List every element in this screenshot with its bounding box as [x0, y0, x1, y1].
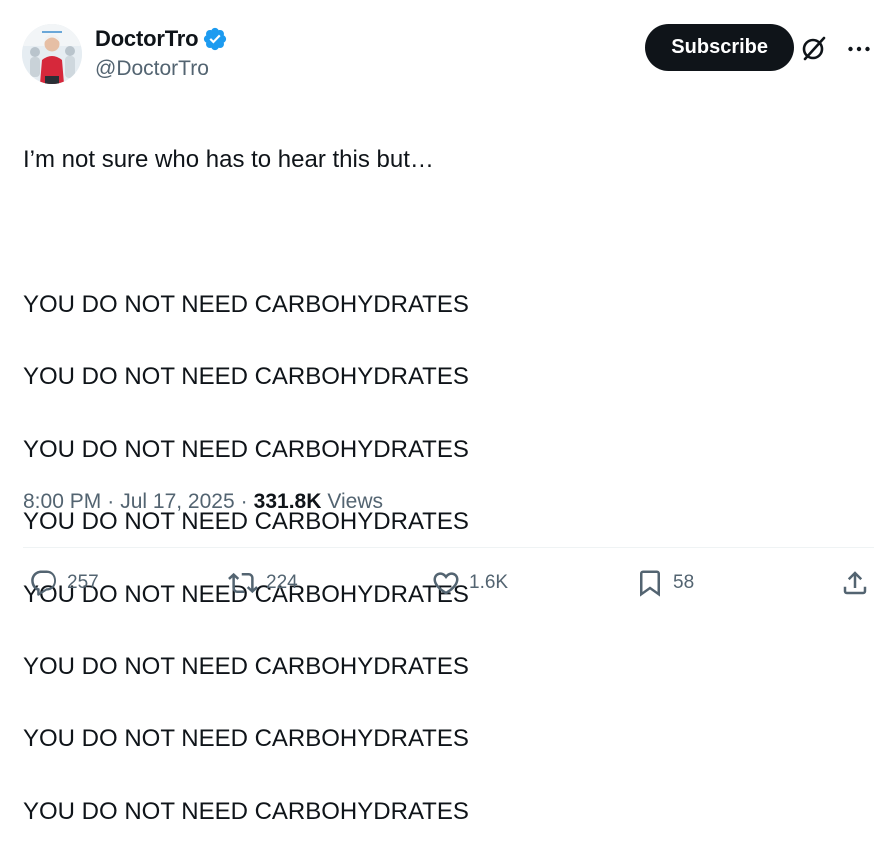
tweet: DoctorTro @DoctorTro Subscribe I’m not s…: [0, 0, 892, 825]
reply-button[interactable]: 257: [29, 563, 99, 603]
display-name[interactable]: DoctorTro: [95, 26, 199, 52]
tweet-meta: 8:00 PM · Jul 17, 2025 · 331.8K Views: [23, 490, 383, 514]
bookmark-count: 58: [673, 572, 695, 593]
repost-count: 224: [266, 572, 298, 593]
heart-icon: [433, 572, 459, 595]
repost-button[interactable]: 224: [228, 563, 298, 603]
tweet-line: YOU DO NOT NEED CARBOHYDRATES: [23, 435, 469, 463]
tweet-line: YOU DO NOT NEED CARBOHYDRATES: [23, 797, 469, 825]
display-name-row: DoctorTro: [95, 24, 228, 54]
tweet-line: YOU DO NOT NEED CARBOHYDRATES: [23, 363, 469, 391]
views-label: Views: [327, 490, 384, 513]
tweet-actions: 257 224 1.6K 58: [23, 563, 874, 603]
tweet-text: I’m not sure who has to hear this but… Y…: [23, 106, 862, 866]
repost-icon: [228, 572, 258, 594]
tweet-line: YOU DO NOT NEED CARBOHYDRATES: [23, 725, 469, 753]
meta-separator: ·: [240, 490, 248, 513]
tweet-time[interactable]: 8:00 PM: [23, 490, 101, 514]
reply-count: 257: [67, 572, 99, 593]
like-count: 1.6K: [469, 572, 509, 593]
subscribe-button[interactable]: Subscribe: [645, 24, 794, 71]
author-block: DoctorTro @DoctorTro: [95, 24, 228, 81]
tweet-line: YOU DO NOT NEED CARBOHYDRATES: [23, 291, 469, 318]
grok-icon[interactable]: [800, 34, 828, 62]
share-icon: [843, 571, 867, 595]
tweet-line: YOU DO NOT NEED CARBOHYDRATES: [23, 653, 469, 681]
share-button[interactable]: [840, 563, 870, 603]
avatar[interactable]: [22, 24, 82, 84]
verified-badge-icon[interactable]: [202, 26, 228, 52]
tweet-header: DoctorTro @DoctorTro Subscribe: [22, 22, 874, 84]
divider: [23, 547, 874, 548]
bookmark-icon: [640, 570, 660, 597]
tweet-intro-line: I’m not sure who has to hear this but…: [23, 146, 434, 174]
avatar-image: [22, 24, 82, 84]
tweet-date[interactable]: Jul 17, 2025: [120, 490, 234, 514]
views-count[interactable]: 331.8K: [254, 490, 322, 514]
meta-separator: ·: [107, 490, 115, 513]
more-options-icon[interactable]: [846, 36, 872, 62]
author-handle[interactable]: @DoctorTro: [95, 57, 228, 81]
bookmark-button[interactable]: 58: [635, 563, 694, 603]
like-button[interactable]: 1.6K: [431, 563, 508, 603]
reply-icon: [31, 570, 57, 596]
